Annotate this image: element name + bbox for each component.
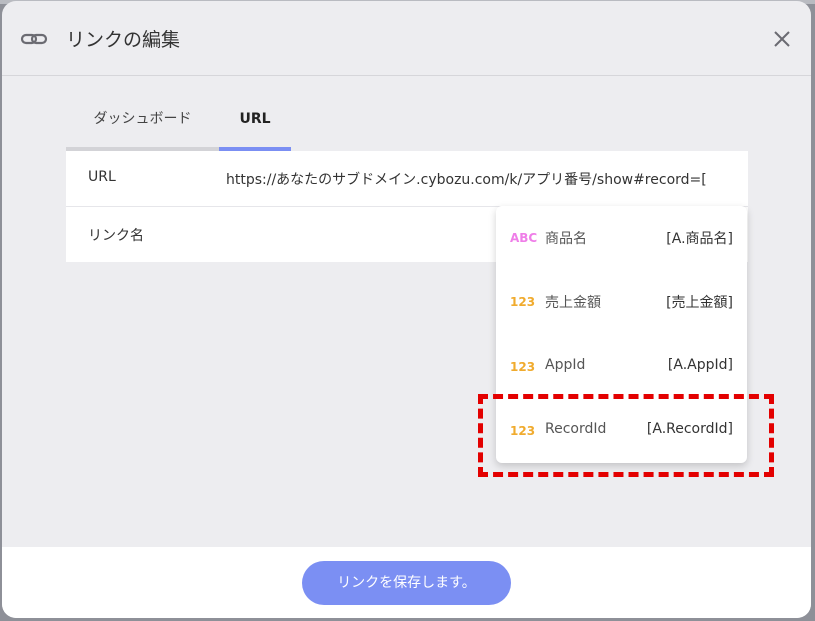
url-input[interactable]: https://あなたのサブドメイン.cybozu.com/k/アプリ番号/sh…: [226, 169, 746, 189]
number-field-icon: 123: [510, 360, 536, 374]
field-name: AppId: [545, 357, 586, 373]
dropdown-item-appid[interactable]: 123 AppId [A.AppId]: [496, 335, 747, 399]
number-field-icon: 123: [510, 295, 536, 309]
dialog-footer: リンクを保存します。: [2, 547, 811, 618]
url-row: URL https://あなたのサブドメイン.cybozu.com/k/アプリ番…: [66, 151, 748, 207]
save-link-button[interactable]: リンクを保存します。: [302, 561, 511, 605]
edit-link-dialog: リンクの編集 ダッシュボード URL URL https://あなたのサブドメイ…: [2, 1, 811, 618]
tab-dashboard-label: ダッシュボード: [93, 111, 192, 127]
tab-bar: ダッシュボード URL: [66, 97, 748, 151]
link-name-label: リンク名: [88, 228, 144, 244]
tab-url-label: URL: [239, 111, 271, 127]
tab-dashboard[interactable]: ダッシュボード: [66, 97, 219, 151]
dialog-title: リンクの編集: [66, 29, 181, 51]
field-name: 売上金額: [545, 295, 601, 311]
dropdown-item-product-name[interactable]: ABC 商品名 [A.商品名]: [496, 206, 747, 270]
dialog-header: リンクの編集: [2, 1, 811, 76]
link-icon: [20, 33, 48, 45]
field-code: [A.商品名]: [666, 231, 733, 247]
field-code: [A.AppId]: [667, 357, 733, 373]
text-field-icon: ABC: [510, 231, 538, 245]
tab-url[interactable]: URL: [219, 97, 291, 151]
close-icon[interactable]: [768, 25, 796, 53]
field-name: 商品名: [545, 231, 587, 247]
recordid-highlight-box: [478, 394, 774, 477]
url-label: URL: [88, 169, 116, 185]
field-code: [売上金額]: [666, 295, 733, 311]
dropdown-item-sales-amount[interactable]: 123 売上金額 [売上金額]: [496, 270, 747, 334]
